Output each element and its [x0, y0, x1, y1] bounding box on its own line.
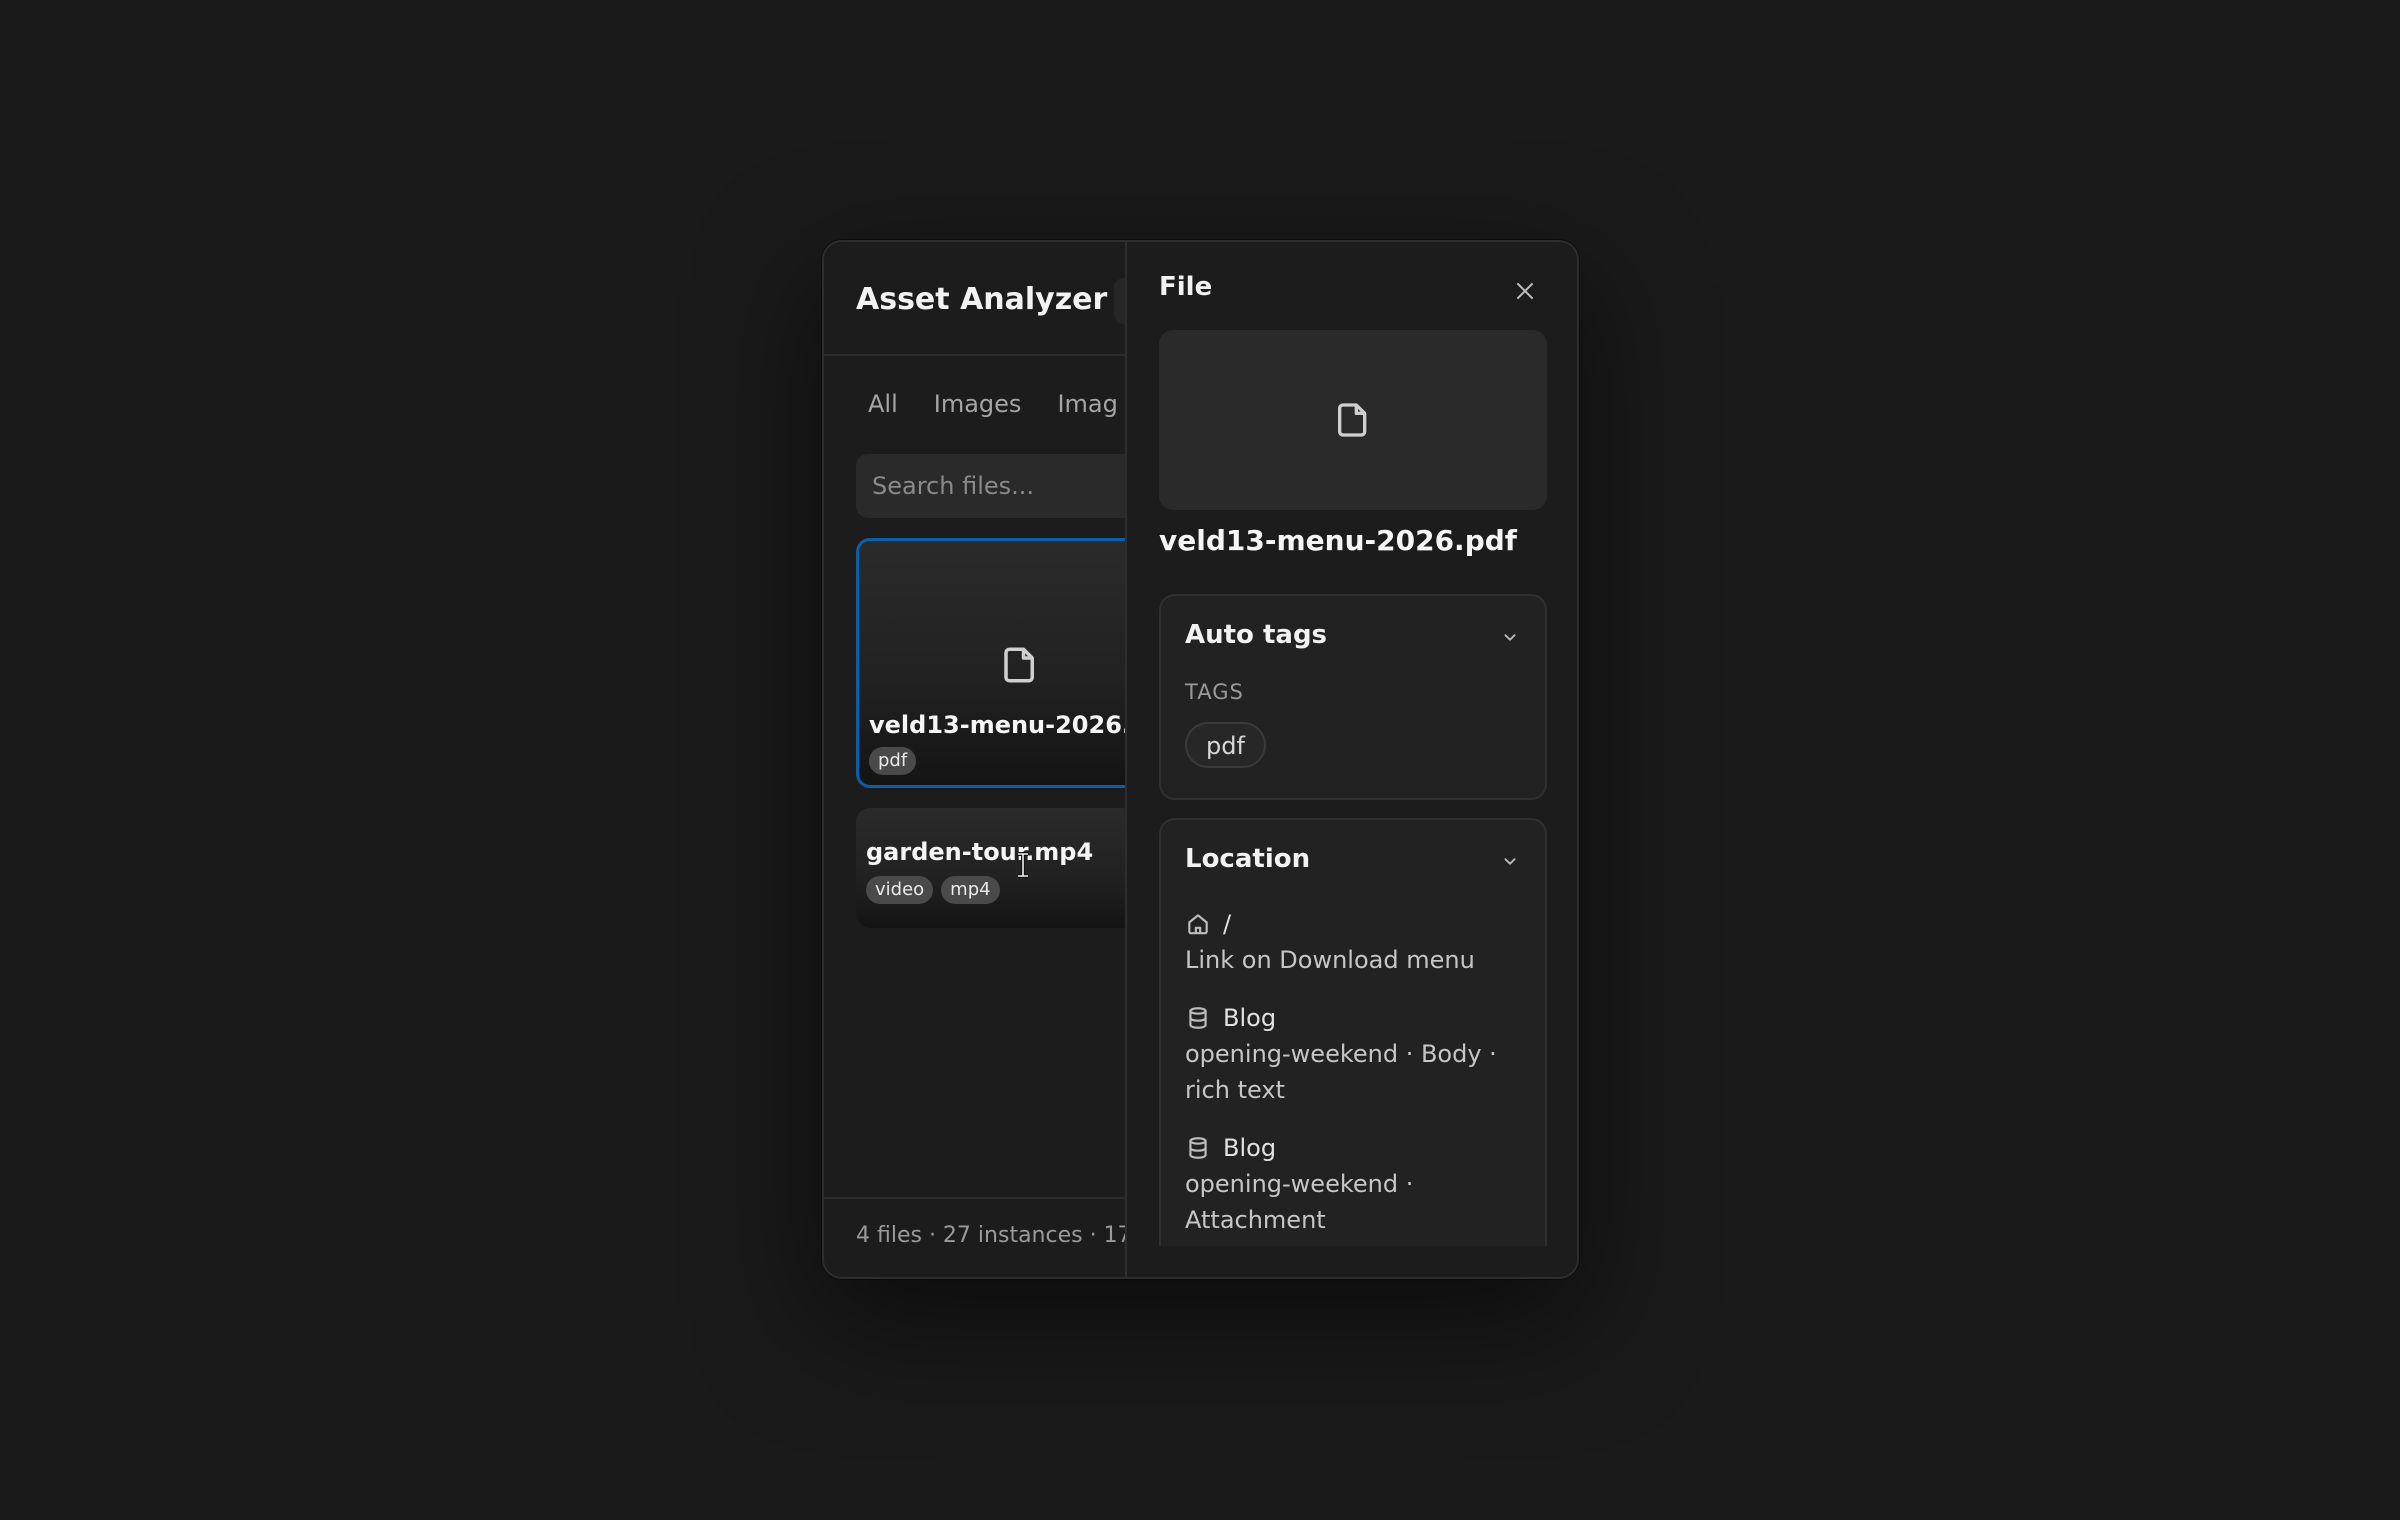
database-icon [1185, 1135, 1211, 1161]
chevron-down-icon[interactable] [1499, 626, 1521, 648]
close-icon [1517, 283, 1533, 299]
tag-chip: mp4 [941, 876, 1000, 904]
auto-tags-section: Auto tags TAGS pdf [1159, 594, 1547, 800]
database-icon [1185, 1005, 1211, 1031]
detail-title: File [1159, 272, 1213, 302]
location-title: / [1223, 910, 1232, 938]
file-icon [999, 641, 1041, 689]
location-title: Blog [1223, 1134, 1277, 1162]
tag-pill[interactable]: pdf [1185, 722, 1266, 768]
file-card-name: veld13-menu-2026.pd [869, 711, 1156, 739]
location-title: Blog [1223, 1004, 1277, 1032]
file-card-tags: video mp4 [866, 876, 1000, 904]
app-title: Asset Analyzer [856, 282, 1108, 317]
file-name: veld13-menu-2026.pdf [1159, 524, 1517, 557]
location-section: Location / Link on Download menu Blog op… [1159, 818, 1547, 1277]
search-input[interactable] [856, 454, 1156, 518]
scroll-mask [1127, 1246, 1577, 1277]
file-card-tags: pdf [869, 747, 917, 775]
chevron-down-icon[interactable] [1499, 850, 1521, 872]
file-card-name: garden-tour.mp4 [866, 838, 1094, 866]
close-button[interactable] [1508, 274, 1542, 308]
tags-label: TAGS [1185, 680, 1244, 704]
tag-chip: pdf [869, 747, 917, 775]
tab-all[interactable]: All [856, 388, 910, 420]
file-preview [1159, 330, 1547, 510]
file-card-garden-tour[interactable]: garden-tour.mp4 video mp4 [856, 808, 1156, 928]
tab-images-2[interactable]: Imag [1045, 388, 1129, 420]
app-header: Asset Analyzer [824, 242, 1154, 356]
status-footer: 4 files · 27 instances · 17/ [824, 1197, 1139, 1277]
file-browser-panel: Asset Analyzer All Images Imag veld13-me… [824, 242, 1156, 1277]
asset-analyzer-window: Asset Analyzer All Images Imag veld13-me… [822, 240, 1579, 1279]
file-detail-panel: File veld13-menu-2026.pdf Auto tags TAGS… [1125, 242, 1577, 1277]
location-item[interactable]: Blog opening-weekend · Attachment [1185, 1130, 1525, 1238]
location-item[interactable]: Blog opening-weekend · Body · rich text [1185, 1000, 1525, 1108]
auto-tags-heading[interactable]: Auto tags [1185, 620, 1327, 650]
location-subtitle: Link on Download menu [1185, 946, 1475, 974]
location-item[interactable]: / Link on Download menu [1185, 906, 1525, 978]
filter-tabs: All Images Imag [856, 388, 1130, 420]
home-icon [1185, 911, 1211, 937]
tag-chip: video [866, 876, 934, 904]
tab-images[interactable]: Images [922, 388, 1034, 420]
location-heading[interactable]: Location [1185, 844, 1310, 874]
status-summary: 4 files · 27 instances · 17/ [856, 1223, 1139, 1248]
location-subtitle: opening-weekend · Body · rich text [1185, 1040, 1497, 1104]
file-card-veld13[interactable]: veld13-menu-2026.pd pdf [856, 538, 1156, 788]
file-icon [1333, 396, 1373, 444]
text-cursor-icon [1018, 852, 1028, 878]
location-subtitle: opening-weekend · Attachment [1185, 1170, 1414, 1234]
